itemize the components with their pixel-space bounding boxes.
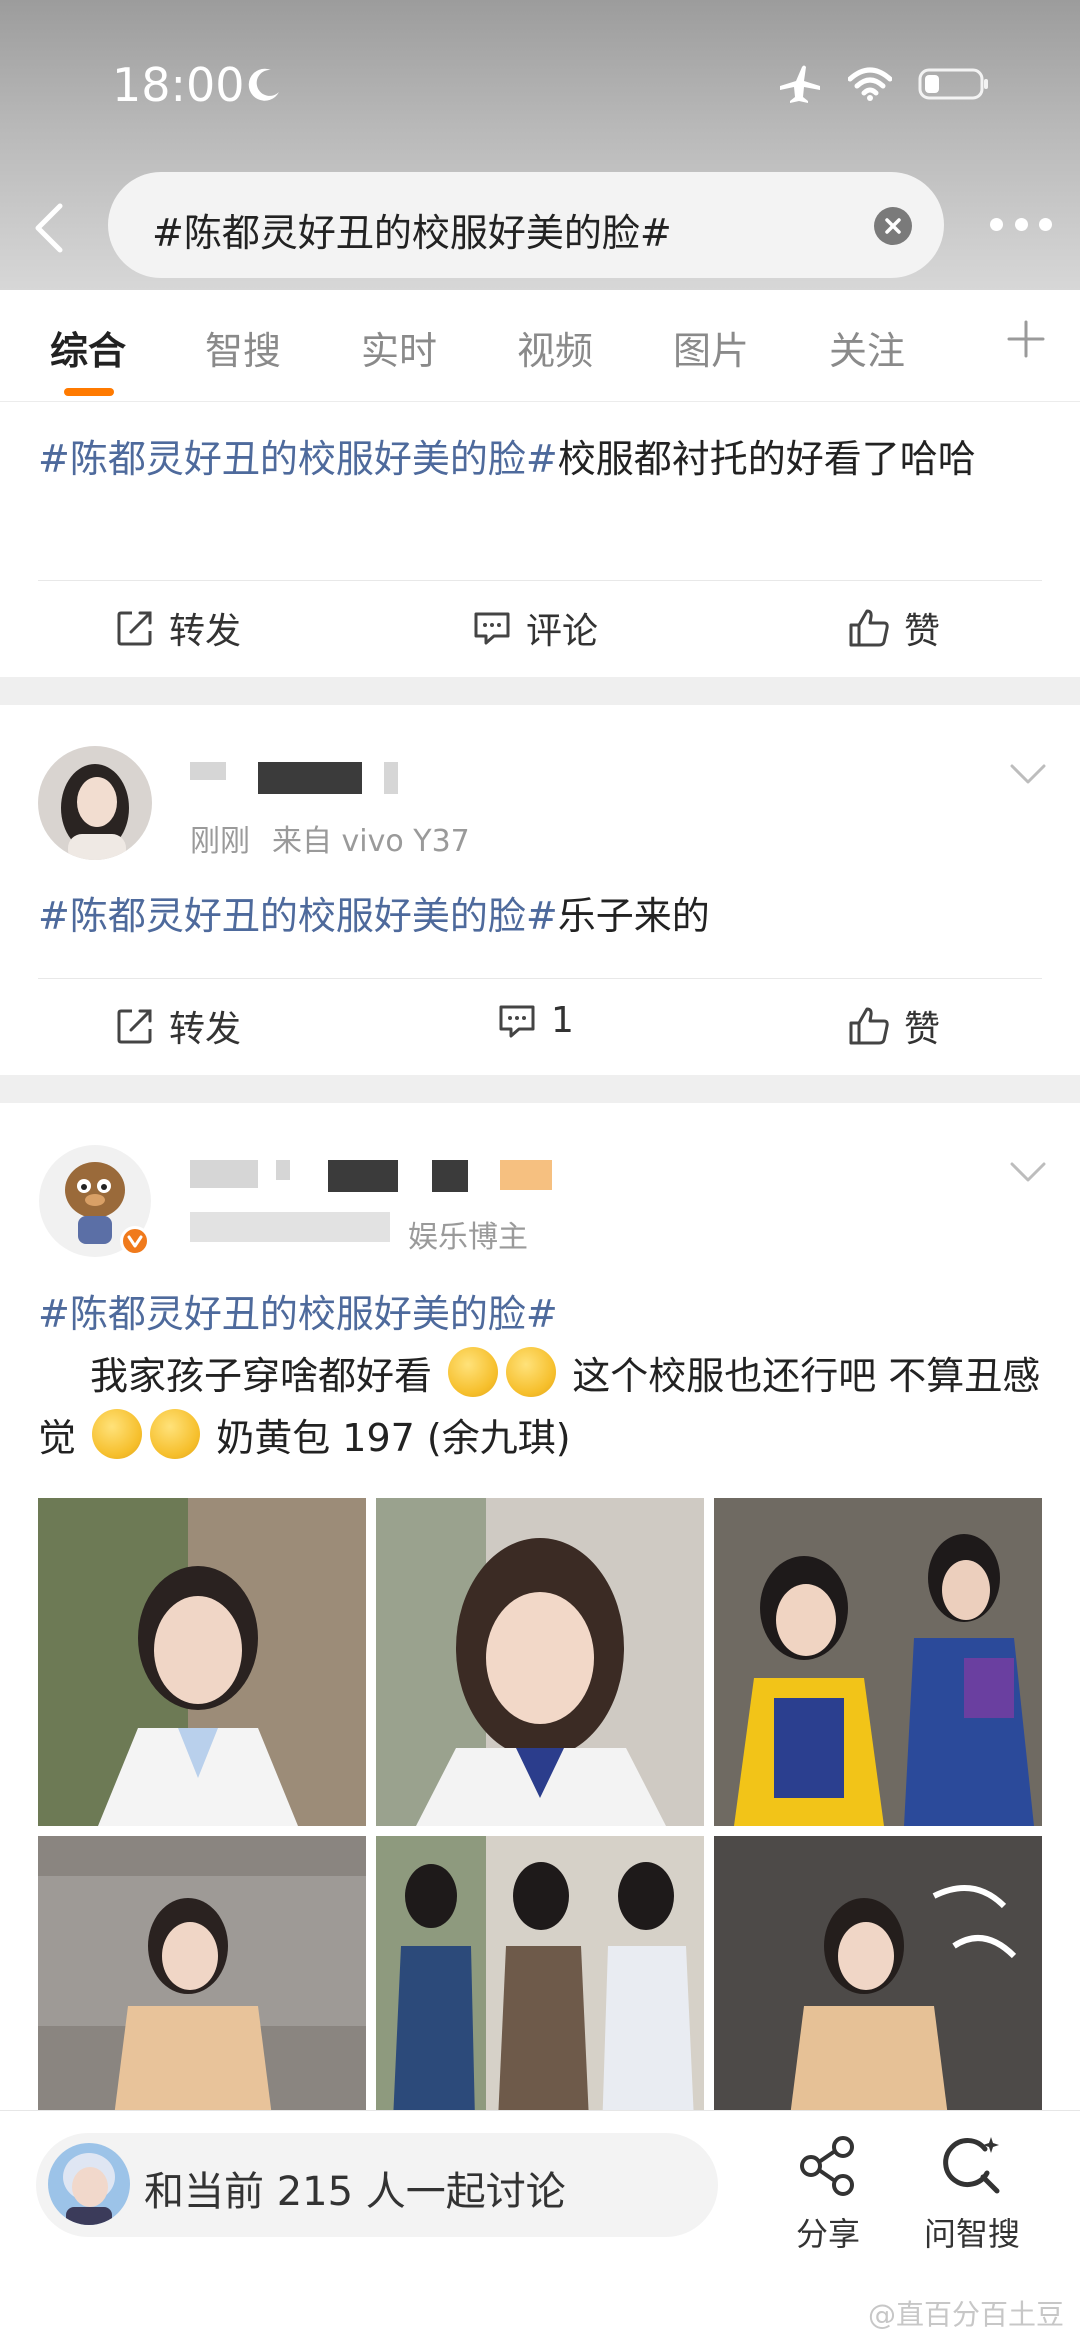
bottom-bar: 和当前 215 人一起讨论 分享 问智搜 @直百分百土豆 xyxy=(0,2110,1080,2348)
section-gap xyxy=(0,677,1080,705)
status-indicators xyxy=(778,64,990,104)
repost-button[interactable]: 转发 xyxy=(115,602,241,654)
comment-icon xyxy=(499,1005,535,1037)
post-2-text: #陈都灵好丑的校服好美的脸#乐子来的 xyxy=(38,885,1042,947)
repost-button[interactable]: 转发 xyxy=(115,1000,241,1052)
tab-bar: 综合 智搜 实时 视频 图片 关注 xyxy=(0,290,1080,402)
post-1-text: #陈都灵好丑的校服好美的脸#校服都衬托的好看了哈哈 xyxy=(38,428,1042,490)
more-options-button[interactable] xyxy=(990,216,1052,232)
username-redacted xyxy=(190,1160,258,1188)
author-badge: 娱乐博主 xyxy=(408,1220,528,1255)
repost-label: 转发 xyxy=(169,611,242,652)
like-button[interactable]: 赞 xyxy=(848,1000,940,1052)
search-input[interactable]: #陈都灵好丑的校服好美的脸# xyxy=(108,172,944,278)
repost-icon xyxy=(117,611,152,646)
hashtag-link[interactable]: #陈都灵好丑的校服好美的脸# xyxy=(38,437,558,481)
avatar-image xyxy=(38,746,152,860)
more-dot xyxy=(990,217,1003,231)
user-avatar[interactable] xyxy=(38,746,152,860)
smart-search-icon xyxy=(943,2137,1000,2194)
more-dot xyxy=(1014,217,1028,231)
top-header: 18:00 #陈都灵好丑的校服好美的脸# xyxy=(0,0,1080,290)
like-label: 赞 xyxy=(904,611,941,652)
comment-button[interactable]: 1 xyxy=(497,1000,574,1041)
back-button[interactable] xyxy=(26,198,72,258)
chevron-down-icon[interactable] xyxy=(1009,1160,1047,1184)
share-button[interactable]: 分享 xyxy=(768,2133,888,2255)
hashtag-link[interactable]: #陈都灵好丑的校服好美的脸# xyxy=(38,894,558,938)
comment-label: 评论 xyxy=(526,611,599,652)
thinking-emoji-icon xyxy=(92,1409,143,1459)
tab-smart-search[interactable]: 智搜 xyxy=(205,320,281,375)
section-gap xyxy=(0,1075,1080,1103)
thumbs-up-icon xyxy=(849,1007,889,1045)
post-source: 来自 vivo Y37 xyxy=(272,824,470,859)
post-photo[interactable] xyxy=(376,1498,704,1826)
watermark: @直百分百土豆 xyxy=(867,2298,1064,2331)
repost-icon xyxy=(117,1009,152,1044)
moon-icon xyxy=(248,68,279,101)
thinking-emoji-icon xyxy=(150,1409,201,1459)
tongue-emoji-icon xyxy=(448,1347,499,1397)
like-button[interactable]: 赞 xyxy=(848,602,940,654)
comment-icon xyxy=(474,612,510,645)
source-redacted xyxy=(190,1212,390,1242)
post-2-body: 乐子来的 xyxy=(557,894,710,938)
close-icon xyxy=(885,218,901,234)
battery-icon xyxy=(918,68,988,100)
verified-badge-icon xyxy=(120,1226,150,1256)
tab-comprehensive[interactable]: 综合 xyxy=(50,320,126,375)
post-time: 刚刚 xyxy=(190,824,250,859)
share-label: 分享 xyxy=(795,2215,860,2253)
divider xyxy=(38,580,1042,581)
user-avatar[interactable] xyxy=(38,1144,152,1258)
username-redacted xyxy=(384,762,398,794)
username-redacted xyxy=(432,1160,468,1192)
tab-pictures[interactable]: 图片 xyxy=(673,320,749,375)
discussion-text: 和当前 215 人一起讨论 xyxy=(144,2169,566,2215)
comment-count: 1 xyxy=(551,1000,574,1041)
username-redacted xyxy=(276,1160,290,1180)
username-redacted xyxy=(328,1160,398,1192)
post-3-body-a: 我家孩子穿啥都好看 xyxy=(90,1354,433,1398)
ask-label: 问智搜 xyxy=(923,2215,1020,2253)
divider xyxy=(38,978,1042,979)
username-redacted xyxy=(190,762,226,780)
post-1-body: 校服都衬托的好看了哈哈 xyxy=(557,437,976,481)
chevron-down-icon[interactable] xyxy=(1009,762,1047,786)
post-3-body-c: 奶黄包 197 (余九琪) xyxy=(216,1416,571,1460)
add-tab-icon[interactable] xyxy=(1005,318,1047,360)
discussion-entry[interactable]: 和当前 215 人一起讨论 xyxy=(36,2133,718,2237)
avatar xyxy=(48,2143,130,2225)
tab-realtime[interactable]: 实时 xyxy=(361,320,437,375)
wifi-icon xyxy=(848,67,892,101)
repost-label: 转发 xyxy=(169,1009,242,1050)
tab-following[interactable]: 关注 xyxy=(829,320,905,375)
airplane-icon xyxy=(780,65,820,103)
active-tab-indicator xyxy=(64,388,114,396)
username-redacted xyxy=(500,1160,552,1190)
ask-smart-search-button[interactable]: 问智搜 xyxy=(912,2133,1032,2255)
tongue-emoji-icon xyxy=(506,1347,557,1397)
thumbs-up-icon xyxy=(849,609,889,647)
tab-video[interactable]: 视频 xyxy=(517,320,593,375)
post-photo[interactable] xyxy=(38,1498,366,1826)
clear-search-button[interactable] xyxy=(874,207,912,245)
post-photo[interactable] xyxy=(714,1498,1042,1826)
username-redacted xyxy=(258,762,362,794)
status-time: 18:00 xyxy=(112,58,245,112)
more-dot xyxy=(1039,217,1052,231)
post-3-text: #陈都灵好丑的校服好美的脸# 我家孩子穿啥都好看 这个校服也还行吧 不算丑感觉 … xyxy=(38,1283,1042,1469)
search-query: #陈都灵好丑的校服好美的脸# xyxy=(152,211,672,255)
share-icon xyxy=(800,2136,854,2196)
comment-button[interactable]: 评论 xyxy=(472,602,598,654)
like-label: 赞 xyxy=(904,1009,941,1050)
hashtag-link[interactable]: #陈都灵好丑的校服好美的脸# xyxy=(38,1292,558,1336)
